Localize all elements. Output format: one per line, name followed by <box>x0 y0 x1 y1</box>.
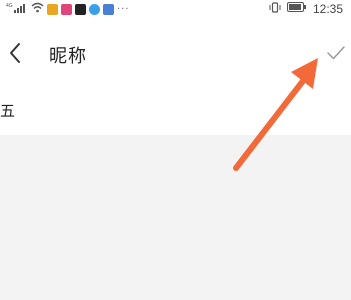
wifi-icon <box>31 2 44 16</box>
app-notification-icon-2 <box>61 3 72 15</box>
status-left: 4G ··· <box>6 2 130 16</box>
battery-icon <box>286 2 307 15</box>
checkmark-icon <box>327 46 345 60</box>
app-notification-icon-3 <box>89 3 100 15</box>
page-title: 昵称 <box>49 46 87 67</box>
network-type-label: 4G <box>6 3 13 9</box>
signal-icon: 4G <box>6 2 28 17</box>
back-arrow-icon <box>10 43 20 63</box>
app-notification-icon-1 <box>47 3 58 15</box>
empty-content-area <box>0 135 351 300</box>
tiktok-icon <box>75 3 86 15</box>
title-bar: 昵称 <box>0 18 351 88</box>
more-notifications-dots: ··· <box>117 3 130 15</box>
clock: 12:35 <box>312 1 343 16</box>
status-right: 12:35 <box>269 1 343 16</box>
vibrate-icon <box>269 1 281 16</box>
back-button[interactable] <box>0 36 30 70</box>
nickname-value: 五 <box>0 102 16 120</box>
app-notification-icon-4 <box>103 3 114 15</box>
status-bar: 4G ··· 12:35 <box>0 0 351 18</box>
nickname-input[interactable]: 五 <box>0 88 351 135</box>
confirm-button[interactable] <box>323 38 349 68</box>
screen: 4G ··· 12:35 昵称 五 <box>0 0 351 300</box>
